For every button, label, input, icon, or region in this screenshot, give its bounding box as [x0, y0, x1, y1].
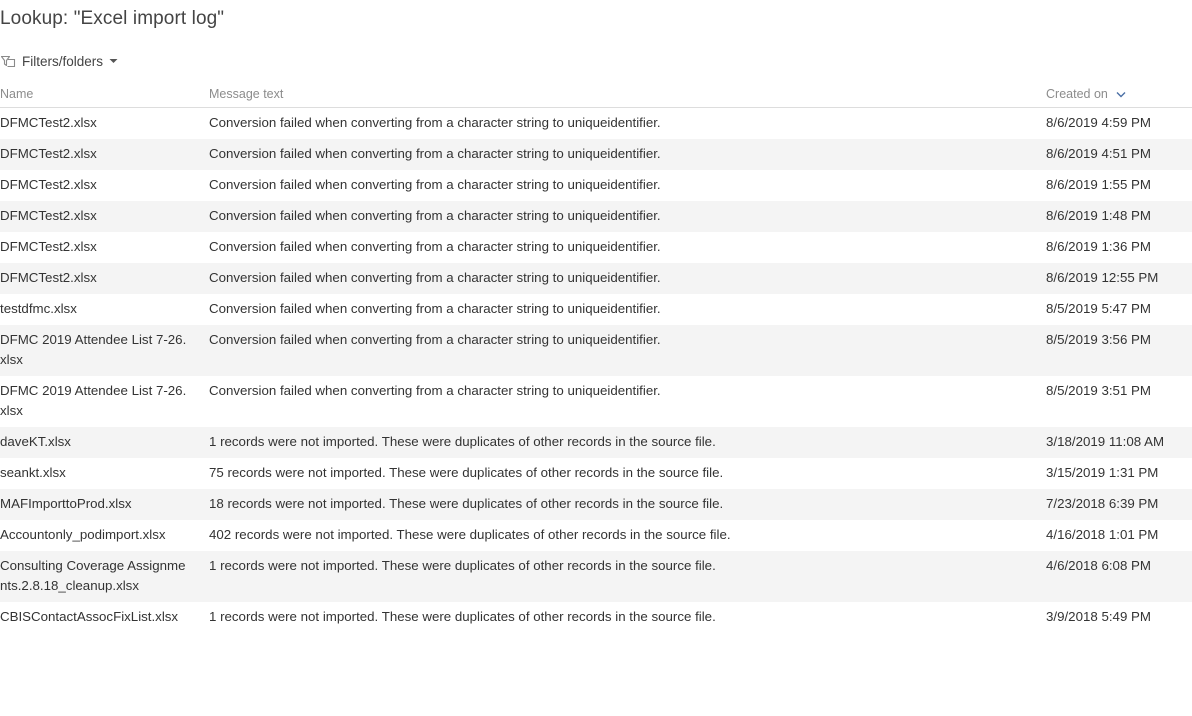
- created-on-cell: 4/16/2018 1:01 PM: [1046, 527, 1159, 542]
- name-cell: DFMCTest2.xlsx: [0, 239, 97, 254]
- column-header-created-on-label: Created on: [1046, 87, 1108, 101]
- message-cell: Conversion failed when converting from a…: [209, 301, 661, 316]
- filter-folders-icon: [0, 53, 16, 69]
- name-cell: DFMCTest2.xlsx: [0, 270, 97, 285]
- lookup-grid: Name Message text Created on DFMCTest2.x…: [0, 84, 1192, 633]
- filters-folders-label: Filters/folders: [22, 53, 104, 69]
- table-row[interactable]: Consulting Coverage Assignments.2.8.18_c…: [0, 551, 1192, 602]
- message-cell: Conversion failed when converting from a…: [209, 208, 661, 223]
- created-on-cell: 3/18/2019 11:08 AM: [1046, 434, 1165, 449]
- name-cell: Accountonly_podimport.xlsx: [0, 527, 166, 542]
- column-header-created-on[interactable]: Created on: [1046, 84, 1192, 101]
- grid-header: Name Message text Created on: [0, 84, 1192, 108]
- column-header-name[interactable]: Name: [0, 84, 209, 101]
- name-cell: DFMC 2019 Attendee List 7-26.xlsx: [0, 383, 187, 418]
- created-on-cell: 8/6/2019 1:36 PM: [1046, 239, 1151, 254]
- sort-descending-icon[interactable]: [1108, 87, 1126, 101]
- table-row[interactable]: testdfmc.xlsx Conversion failed when conv…: [0, 294, 1192, 325]
- table-row[interactable]: DFMC 2019 Attendee List 7-26.xlsx Convers…: [0, 376, 1192, 427]
- name-cell: CBISContactAssocFixList.xlsx: [0, 609, 179, 624]
- table-row[interactable]: DFMCTest2.xlsx Conversion failed when con…: [0, 170, 1192, 201]
- message-cell: Conversion failed when converting from a…: [209, 177, 661, 192]
- message-cell: 1 records were not imported. These were …: [209, 434, 716, 449]
- created-on-cell: 8/6/2019 4:59 PM: [1046, 115, 1151, 130]
- table-row[interactable]: DFMCTest2.xlsx Conversion failed when con…: [0, 201, 1192, 232]
- message-cell: Conversion failed when converting from a…: [209, 115, 661, 130]
- created-on-cell: 8/5/2019 5:47 PM: [1046, 301, 1151, 316]
- table-row[interactable]: daveKT.xlsx 1 records were not imported. …: [0, 427, 1192, 458]
- message-cell: 402 records were not imported. These wer…: [209, 527, 731, 542]
- message-cell: 1 records were not imported. These were …: [209, 558, 716, 573]
- message-cell: Conversion failed when converting from a…: [209, 239, 661, 254]
- created-on-cell: 3/9/2018 5:49 PM: [1046, 609, 1151, 624]
- table-row[interactable]: seankt.xlsx 75 records were not imported.…: [0, 458, 1192, 489]
- created-on-cell: 8/6/2019 12:55 PM: [1046, 270, 1159, 285]
- created-on-cell: 8/5/2019 3:51 PM: [1046, 383, 1151, 398]
- name-cell: DFMCTest2.xlsx: [0, 146, 97, 161]
- created-on-cell: 8/6/2019 4:51 PM: [1046, 146, 1151, 161]
- name-cell: DFMCTest2.xlsx: [0, 208, 97, 223]
- column-header-message[interactable]: Message text: [209, 84, 1046, 101]
- created-on-cell: 3/15/2019 1:31 PM: [1046, 465, 1159, 480]
- table-row[interactable]: MAFImporttoProd.xlsx 18 records were not …: [0, 489, 1192, 520]
- table-row[interactable]: CBISContactAssocFixList.xlsx 1 records we…: [0, 602, 1192, 633]
- grid-body: DFMCTest2.xlsx Conversion failed when con…: [0, 108, 1192, 633]
- created-on-cell: 8/5/2019 3:56 PM: [1046, 332, 1151, 347]
- caret-down-icon: [109, 58, 118, 64]
- name-cell: Consulting Coverage Assignments.2.8.18_c…: [0, 558, 186, 593]
- name-cell: DFMCTest2.xlsx: [0, 115, 97, 130]
- name-cell: DFMCTest2.xlsx: [0, 177, 97, 192]
- message-cell: 18 records were not imported. These were…: [209, 496, 724, 511]
- message-cell: Conversion failed when converting from a…: [209, 332, 661, 347]
- message-cell: 75 records were not imported. These were…: [209, 465, 724, 480]
- name-cell: seankt.xlsx: [0, 465, 66, 480]
- name-cell: DFMC 2019 Attendee List 7-26.xlsx: [0, 332, 187, 367]
- name-cell: MAFImporttoProd.xlsx: [0, 496, 132, 511]
- created-on-cell: 8/6/2019 1:48 PM: [1046, 208, 1151, 223]
- table-row[interactable]: DFMCTest2.xlsx Conversion failed when con…: [0, 108, 1192, 139]
- message-cell: Conversion failed when converting from a…: [209, 383, 661, 398]
- message-cell: Conversion failed when converting from a…: [209, 146, 661, 161]
- created-on-cell: 4/6/2018 6:08 PM: [1046, 558, 1151, 573]
- message-cell: Conversion failed when converting from a…: [209, 270, 661, 285]
- filters-folders-button[interactable]: Filters/folders: [0, 52, 118, 70]
- page-title: Lookup: "Excel import log": [0, 8, 225, 29]
- table-row[interactable]: DFMCTest2.xlsx Conversion failed when con…: [0, 232, 1192, 263]
- name-cell: testdfmc.xlsx: [0, 301, 77, 316]
- table-row[interactable]: Accountonly_podimport.xlsx 402 records we…: [0, 520, 1192, 551]
- name-cell: daveKT.xlsx: [0, 434, 71, 449]
- created-on-cell: 7/23/2018 6:39 PM: [1046, 496, 1159, 511]
- message-cell: 1 records were not imported. These were …: [209, 609, 716, 624]
- created-on-cell: 8/6/2019 1:55 PM: [1046, 177, 1151, 192]
- table-row[interactable]: DFMCTest2.xlsx Conversion failed when con…: [0, 263, 1192, 294]
- table-row[interactable]: DFMC 2019 Attendee List 7-26.xlsx Convers…: [0, 325, 1192, 376]
- table-row[interactable]: DFMCTest2.xlsx Conversion failed when con…: [0, 139, 1192, 170]
